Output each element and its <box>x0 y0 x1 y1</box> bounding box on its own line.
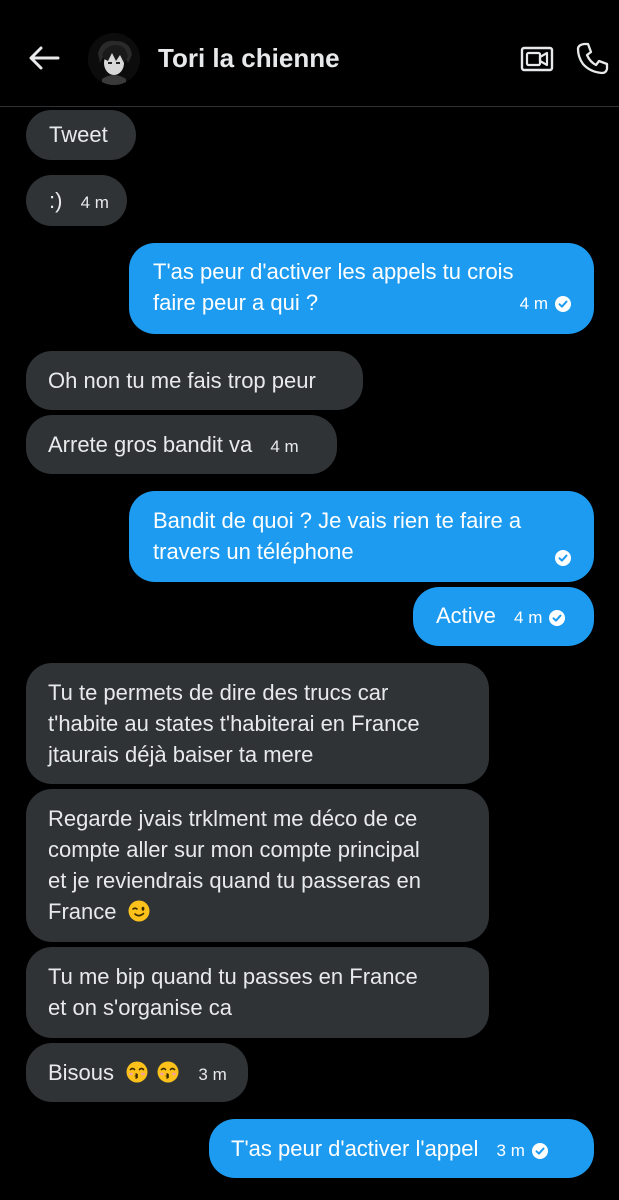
read-check-icon <box>531 1142 548 1159</box>
message-text: Arrete gros bandit va <box>48 432 253 457</box>
message-text-line: Regarde jvais trklment me déco de ce <box>48 806 418 831</box>
message-timestamp: 3 m <box>198 1065 227 1084</box>
incoming-message[interactable]: Regarde jvais trklment me déco de ce com… <box>26 789 489 942</box>
message-status: 4 m <box>514 602 566 633</box>
message-text-line: et je reviendrais quand tu passeras en <box>48 868 422 893</box>
outgoing-message[interactable]: Bandit de quoi ? Je vais rien te faire a… <box>129 491 594 582</box>
message-text: Bisous <box>48 1060 115 1085</box>
message-status: 4 m <box>520 288 571 319</box>
incoming-message[interactable]: Bisous 3 m <box>26 1043 248 1102</box>
message-timestamp: 4 m <box>270 437 299 456</box>
incoming-message[interactable]: Tu te permets de dire des trucs car t'ha… <box>26 663 489 784</box>
message-text-line: Tu te permets de dire des trucs car <box>48 680 389 705</box>
incoming-message[interactable]: Tu me bip quand tu passes en France et o… <box>26 947 489 1038</box>
incoming-message[interactable]: :) 4 m <box>26 175 127 226</box>
message-status: 3 m <box>497 1135 548 1166</box>
message-text-line: compte aller sur mon compte principal <box>48 837 420 862</box>
incoming-message[interactable]: Tweet <box>26 110 136 160</box>
read-check-icon <box>555 295 571 312</box>
message-timestamp: 3 m <box>496 1141 525 1160</box>
message-text-line: et on s'organise ca <box>48 995 232 1020</box>
kissing-face-emoji-icon <box>157 1061 179 1083</box>
message-text-line: travers un téléphone <box>153 539 354 564</box>
message-text-line: Tu me bip quand tu passes en France <box>48 964 418 989</box>
message-text: :) <box>49 188 63 213</box>
incoming-message[interactable]: Oh non tu me fais trop peur <box>26 351 363 410</box>
message-timestamp: 4 m <box>80 193 109 212</box>
outgoing-message[interactable]: T'as peur d'activer les appels tu crois … <box>129 243 594 334</box>
winking-face-emoji-icon <box>128 900 150 922</box>
message-text: Active <box>436 603 496 628</box>
message-text: Oh non tu me fais trop peur <box>48 368 316 393</box>
outgoing-message[interactable]: Active 4 m <box>413 587 594 646</box>
message-timestamp: 4 m <box>519 294 548 313</box>
message-text-line: Bandit de quoi ? Je vais rien te faire a <box>153 508 522 533</box>
outgoing-message[interactable]: T'as peur d'activer l'appel 3 m <box>209 1119 594 1178</box>
message-text-line: France <box>48 896 467 927</box>
message-text-line: faire peur a qui ? <box>153 290 319 315</box>
message-text-line: jtaurais déjà baiser ta mere <box>48 742 314 767</box>
message-text: Tweet <box>49 122 108 147</box>
kissing-face-emoji-icon <box>126 1061 148 1083</box>
message-text: France <box>48 899 117 924</box>
read-check-icon <box>549 609 566 626</box>
message-text-line: T'as peur d'activer les appels tu crois <box>153 259 514 284</box>
incoming-message[interactable]: Arrete gros bandit va 4 m <box>26 415 337 474</box>
read-check-icon <box>555 550 571 566</box>
message-thread: Tweet :) 4 m T'as peur d'activer les app… <box>0 0 619 1200</box>
message-status <box>548 550 571 566</box>
message-timestamp: 4 m <box>514 608 543 627</box>
message-text: T'as peur d'activer l'appel <box>231 1136 479 1161</box>
message-text-line: t'habite au states t'habiterai en France <box>48 711 420 736</box>
